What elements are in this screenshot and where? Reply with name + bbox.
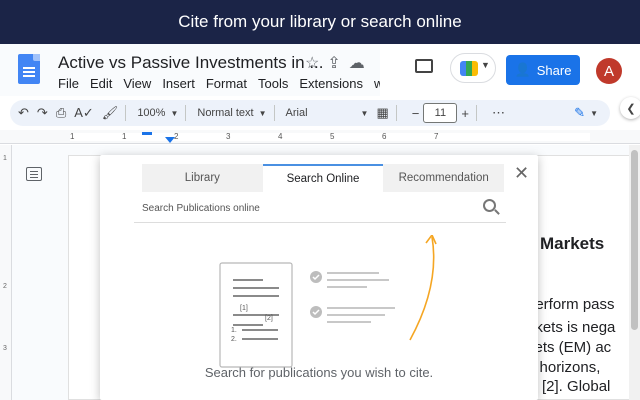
title-actions: ☆ ⇪ ☁	[305, 53, 365, 73]
tab-search-online[interactable]: Search Online	[262, 164, 384, 192]
close-icon[interactable]: ✕	[514, 163, 529, 184]
banner-text: Cite from your library or search online	[178, 12, 462, 31]
star-icon[interactable]: ☆	[305, 53, 319, 73]
search-icon[interactable]	[483, 199, 496, 212]
avatar[interactable]: A	[596, 58, 622, 84]
chevron-down-icon: ▼	[360, 108, 369, 118]
wiz-extension-icon[interactable]: ▦	[376, 105, 388, 121]
editing-mode-icon[interactable]: ✎	[574, 105, 585, 121]
illustration-ref-2: [2]	[265, 315, 273, 322]
google-meet-icon	[460, 61, 478, 76]
illustration-list-2: 2.	[231, 336, 237, 343]
print-icon[interactable]: ⎙	[56, 105, 66, 121]
menu-insert[interactable]: Insert	[162, 76, 195, 91]
ruler-marks: 11234567	[70, 132, 439, 141]
menu-bar: File Edit View Insert Format Tools Exten…	[58, 76, 393, 91]
decrease-font-size-button[interactable]: −	[412, 106, 420, 121]
dialog-caption: Search for publications you wish to cite…	[204, 365, 434, 380]
citation-dialog: Library Search Online Recommendation ✕ S…	[100, 155, 538, 400]
tab-library[interactable]: Library	[142, 164, 263, 192]
menu-tools[interactable]: Tools	[258, 76, 288, 91]
font-select[interactable]: Arial	[286, 107, 356, 119]
font-size-input[interactable]: 11	[423, 103, 458, 123]
move-to-folder-icon[interactable]: ⇪	[327, 53, 340, 73]
promo-banner: Cite from your library or search online	[0, 0, 640, 44]
search-publications-field[interactable]: Search Publications online	[134, 195, 506, 223]
share-label: Share	[536, 62, 572, 78]
document-title[interactable]: Active vs Passive Investments in ...	[58, 53, 323, 73]
increase-font-size-button[interactable]: +	[461, 106, 469, 121]
chevron-down-icon: ▼	[590, 108, 598, 118]
illustration-ref-1: [1]	[240, 305, 248, 312]
style-select[interactable]: Normal text	[197, 107, 253, 119]
tab-recommendation[interactable]: Recommendation	[383, 164, 505, 192]
chevron-down-icon: ▼	[170, 108, 179, 118]
google-docs-logo-icon[interactable]	[18, 54, 40, 84]
header-right-panel: ▼ 👤 Share A	[380, 44, 640, 96]
formatting-toolbar: ↶ ↷ ⎙ A✓ 🖌 100% ▼ Normal text ▼ Arial ▼ …	[10, 100, 610, 126]
menu-extensions[interactable]: Extensions	[299, 76, 363, 91]
person-icon: 👤	[514, 62, 531, 77]
comment-history-icon[interactable]	[415, 59, 433, 73]
paint-format-icon[interactable]: 🖌	[102, 105, 119, 121]
menu-file[interactable]: File	[58, 76, 79, 91]
scrollbar-thumb[interactable]	[631, 150, 638, 330]
share-button[interactable]: 👤 Share	[506, 55, 580, 85]
menu-edit[interactable]: Edit	[90, 76, 112, 91]
chevron-down-icon: ▼	[481, 60, 490, 70]
search-illustration: [1] [2] 1. 2.	[219, 235, 437, 368]
search-input[interactable]: Search Publications online	[142, 203, 260, 214]
menu-view[interactable]: View	[123, 76, 151, 91]
vertical-ruler: 1 2 3	[0, 145, 12, 400]
meet-button[interactable]: ▼	[450, 53, 496, 83]
more-options-icon[interactable]: ⋯	[492, 105, 505, 121]
redo-icon[interactable]: ↷	[37, 105, 48, 121]
document-heading-fragment: Markets	[540, 234, 605, 253]
menu-format[interactable]: Format	[206, 76, 247, 91]
spellcheck-icon[interactable]: A✓	[74, 105, 94, 121]
chevron-down-icon: ▼	[258, 108, 267, 118]
dialog-tabs: Library Search Online Recommendation	[142, 164, 505, 192]
cloud-status-icon[interactable]: ☁	[349, 53, 365, 73]
zoom-select[interactable]: 100%	[137, 107, 165, 119]
document-outline-icon[interactable]	[26, 167, 42, 181]
chevron-left-icon[interactable]: ❮	[620, 97, 640, 119]
undo-icon[interactable]: ↶	[18, 105, 29, 121]
horizontal-ruler[interactable]: 11234567	[0, 130, 640, 144]
illustration-list-1: 1.	[231, 327, 237, 334]
